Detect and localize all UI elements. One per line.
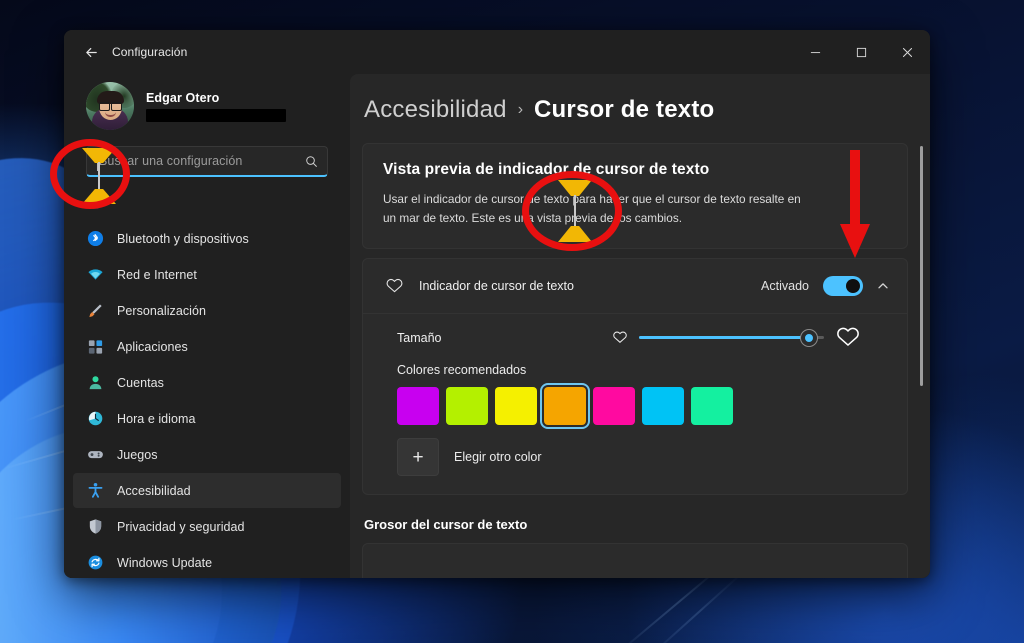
cursor-indicator-small-icon [612, 330, 628, 346]
search-container: Buscar una configuración [73, 144, 341, 177]
sidebar-item-label: Windows Update [117, 555, 213, 570]
user-email-redacted [146, 108, 286, 122]
indicator-toggle-switch[interactable] [823, 276, 863, 297]
sidebar-item-label: Personalización [117, 303, 206, 318]
chevron-up-icon [878, 283, 888, 289]
sidebar-item-label: Cuentas [117, 375, 164, 390]
color-swatch[interactable] [691, 387, 733, 426]
back-arrow-icon [85, 47, 97, 57]
close-button[interactable] [884, 30, 930, 74]
color-swatch[interactable] [446, 387, 488, 426]
sidebar-item-privacy[interactable]: Privacidad y seguridad [73, 509, 341, 544]
plus-icon[interactable]: + [397, 438, 439, 477]
window-title: Configuración [112, 45, 188, 59]
color-swatch[interactable] [495, 387, 537, 426]
breadcrumb: Accesibilidad › Cursor de texto [362, 96, 908, 124]
window-body: Edgar Otero Buscar una configuración Blu… [64, 74, 930, 578]
slider-thumb[interactable] [801, 329, 818, 346]
text-cursor-indicator-icon [383, 277, 405, 296]
title-bar: Configuración [64, 30, 930, 74]
color-swatch[interactable] [642, 387, 684, 426]
color-swatch-selected[interactable] [544, 387, 586, 426]
size-row: Tamaño [363, 313, 907, 361]
minimize-icon [810, 51, 820, 53]
sidebar: Edgar Otero Buscar una configuración Blu… [64, 74, 350, 578]
wifi-icon [86, 266, 104, 284]
cursor-indicator-large-icon [835, 325, 861, 351]
settings-window: Configuración Edgar Otero Buscar una con… [64, 30, 930, 578]
indicator-toggle-row[interactable]: Indicador de cursor de texto Activado [363, 259, 907, 313]
content-scrollbar[interactable] [920, 146, 923, 386]
sidebar-item-label: Bluetooth y dispositivos [117, 231, 249, 246]
sidebar-item-bluetooth[interactable]: Bluetooth y dispositivos [73, 221, 341, 256]
search-input[interactable]: Buscar una configuración [86, 146, 328, 177]
toggle-state-label: Activado [761, 279, 809, 294]
sidebar-item-time-language[interactable]: Hora e idioma [73, 401, 341, 436]
color-swatch-list [397, 387, 887, 426]
thickness-card [362, 543, 908, 578]
recommended-colors-block: Colores recomendados + Elegir otro color [363, 361, 907, 494]
content-pane: Accesibilidad › Cursor de texto Vista pr… [350, 74, 930, 578]
sidebar-item-label: Aplicaciones [117, 339, 188, 354]
search-icon [305, 155, 318, 168]
breadcrumb-separator-icon: › [517, 101, 524, 118]
sidebar-item-label: Accesibilidad [117, 483, 191, 498]
slider-fill [639, 336, 810, 340]
sidebar-item-accessibility[interactable]: Accesibilidad [73, 473, 341, 508]
window-controls [792, 30, 930, 74]
sidebar-item-label: Privacidad y seguridad [117, 519, 245, 534]
minimize-button[interactable] [792, 30, 838, 74]
back-button[interactable] [74, 37, 108, 67]
text-caret [97, 153, 98, 171]
close-icon [902, 47, 912, 57]
sidebar-item-accounts[interactable]: Cuentas [73, 365, 341, 400]
expand-collapse-button[interactable] [877, 280, 889, 292]
account-icon [86, 374, 104, 392]
indicator-row-label: Indicador de cursor de texto [419, 279, 574, 294]
choose-other-color-row[interactable]: + Elegir otro color [397, 438, 887, 477]
sidebar-item-system[interactable] [73, 185, 341, 220]
user-name: Edgar Otero [146, 90, 220, 105]
sidebar-item-personalization[interactable]: Personalización [73, 293, 341, 328]
bluetooth-icon [86, 230, 104, 248]
sidebar-item-windows-update[interactable]: Windows Update [73, 545, 341, 578]
sidebar-item-label: Juegos [117, 447, 158, 462]
preview-card-title: Vista previa de indicador de cursor de t… [383, 161, 710, 178]
sidebar-item-network[interactable]: Red e Internet [73, 257, 341, 292]
toggle-knob [846, 279, 860, 294]
page-title: Cursor de texto [534, 96, 715, 123]
preview-card: Vista previa de indicador de cursor de t… [362, 143, 908, 250]
brush-icon [86, 302, 104, 320]
recommended-colors-label: Colores recomendados [397, 363, 527, 378]
user-profile[interactable]: Edgar Otero [73, 74, 341, 138]
thickness-section-heading: Grosor del cursor de texto [364, 517, 528, 533]
color-swatch[interactable] [397, 387, 439, 426]
avatar [86, 82, 134, 130]
size-slider[interactable] [639, 329, 824, 347]
size-label: Tamaño [397, 330, 442, 345]
maximize-button[interactable] [838, 30, 884, 74]
sidebar-item-label: Red e Internet [117, 267, 197, 282]
desktop: Configuración Edgar Otero Buscar una con… [0, 0, 1024, 643]
gamepad-icon [86, 446, 104, 464]
choose-other-color-label: Elegir otro color [454, 450, 542, 465]
clock-icon [86, 410, 104, 428]
indicator-settings-group: Indicador de cursor de texto Activado Ta… [362, 258, 908, 496]
apps-icon [86, 338, 104, 356]
color-swatch[interactable] [593, 387, 635, 426]
sidebar-item-label: Hora e idioma [117, 411, 196, 426]
sidebar-item-apps[interactable]: Aplicaciones [73, 329, 341, 364]
maximize-icon [856, 47, 866, 57]
breadcrumb-parent[interactable]: Accesibilidad [364, 96, 507, 124]
shield-icon [86, 518, 104, 536]
system-icon [86, 194, 104, 212]
sidebar-item-gaming[interactable]: Juegos [73, 437, 341, 472]
preview-card-description: Usar el indicador de cursor de texto par… [383, 192, 801, 226]
accessibility-icon [86, 482, 104, 500]
search-placeholder: Buscar una configuración [99, 154, 243, 168]
update-icon [86, 554, 104, 572]
navigation-list: Bluetooth y dispositivos Red e Internet [73, 185, 341, 578]
